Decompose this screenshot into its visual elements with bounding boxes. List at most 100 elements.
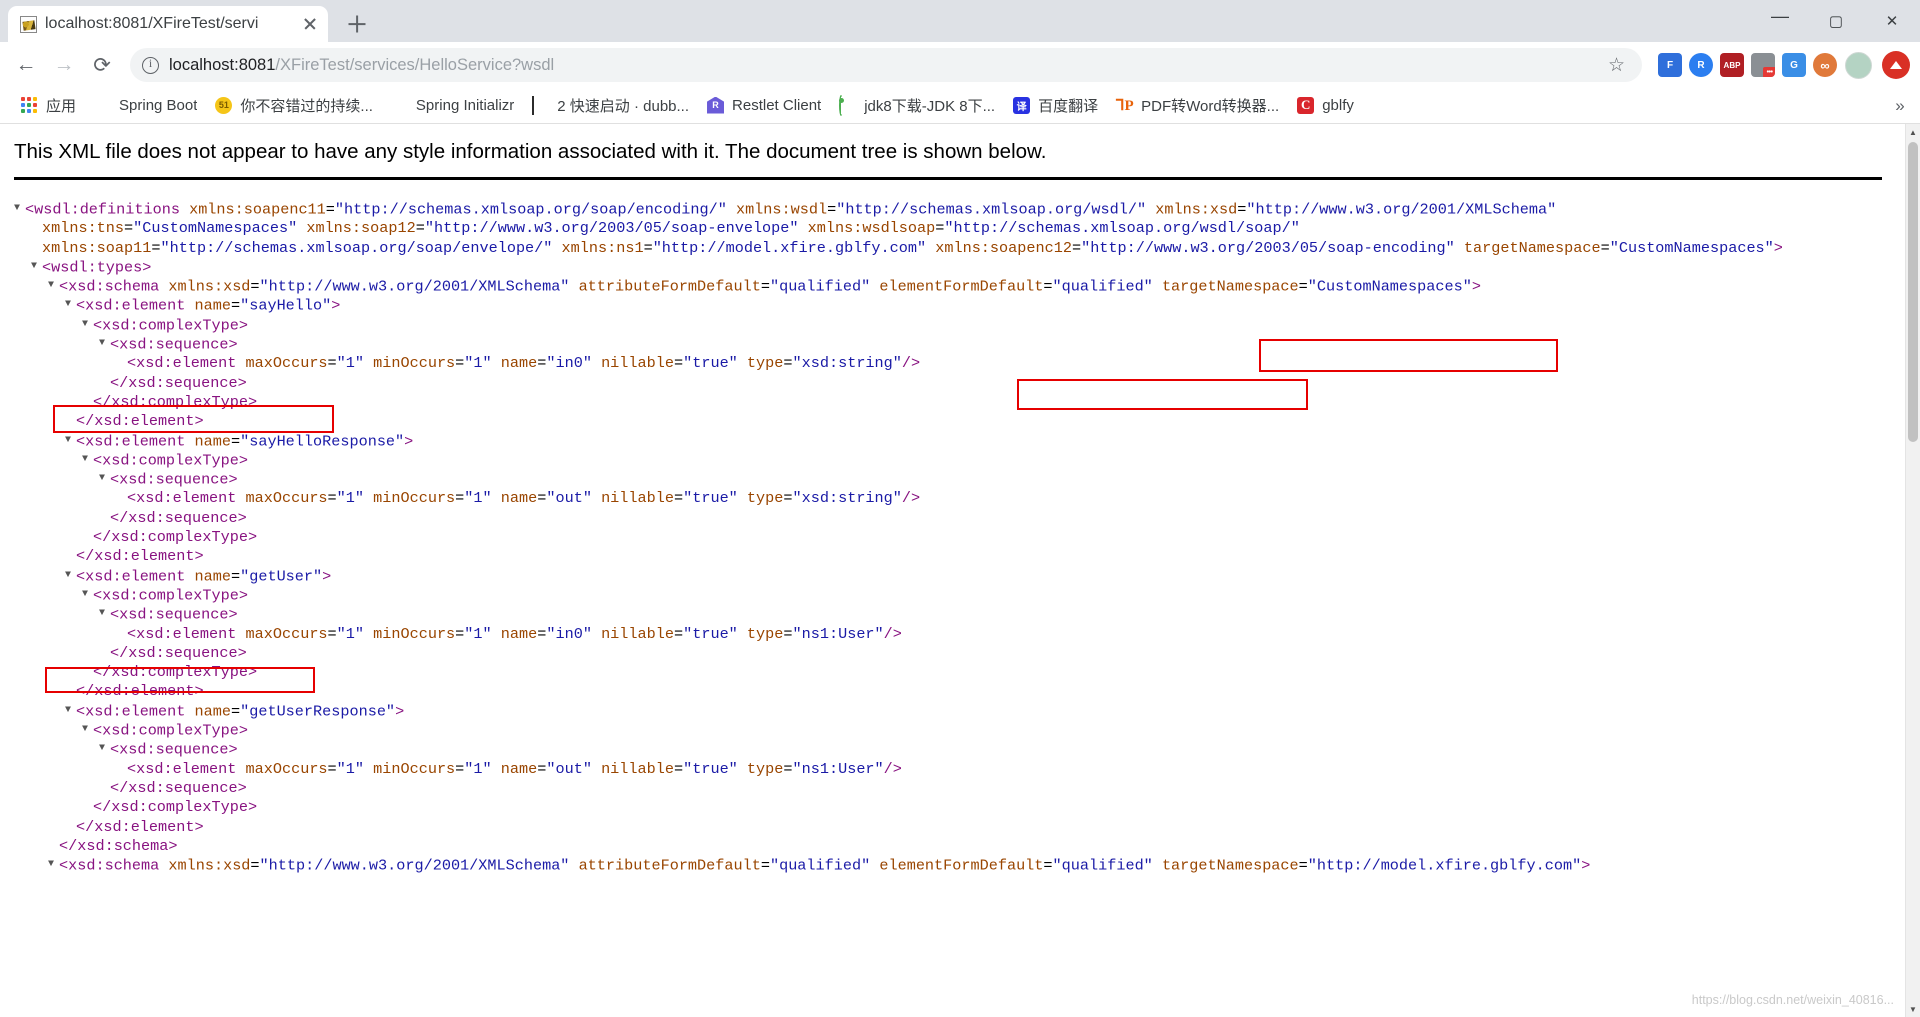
number-51-icon: 51	[215, 96, 233, 115]
spring-leaf-icon	[391, 97, 409, 115]
xml-line: ▼ <xsd:sequence>	[99, 604, 238, 624]
screenshot-extension-icon[interactable]: •••	[1751, 53, 1775, 77]
scroll-down-button[interactable]: ▼	[1906, 1001, 1920, 1017]
bookmark-gblfy[interactable]: C gblfy	[1288, 93, 1363, 119]
xml-line: </xsd:sequence>	[110, 778, 247, 797]
vertical-scrollbar[interactable]: ▲ ▼	[1905, 124, 1920, 1017]
infinity-extension-icon[interactable]: ∞	[1813, 53, 1837, 77]
url-text: localhost:8081/XFireTest/services/HelloS…	[169, 56, 1598, 75]
expand-collapse-triangle-icon[interactable]: ▼	[99, 334, 110, 353]
reload-button[interactable]: ⟳	[84, 47, 120, 83]
xml-line: xmlns:tns="CustomNamespaces" xmlns:soap1…	[42, 219, 1300, 238]
forward-button[interactable]: →	[46, 47, 82, 83]
xml-line: ▼ <xsd:element name="sayHello">	[65, 295, 341, 316]
maximize-icon: ▢	[1828, 12, 1844, 30]
bookmark-star-icon[interactable]: ☆	[1608, 56, 1628, 75]
xml-line: ▼ <xsd:schema xmlns:xsd="http://www.w3.or…	[48, 855, 1591, 875]
xml-line: <xsd:element maxOccurs="1" minOccurs="1"…	[127, 759, 902, 778]
flipboard-extension-icon[interactable]: F	[1658, 53, 1682, 77]
bookmark-baidu-fanyi[interactable]: 译 百度翻译	[1004, 91, 1107, 120]
browser-tab-strip: localhost:8081/XFireTest/servi — ▢ ✕	[0, 0, 1920, 42]
bookmark-label: 应用	[46, 98, 77, 115]
xml-line: </xsd:complexType>	[93, 798, 258, 817]
expand-collapse-triangle-icon[interactable]: ▼	[31, 257, 42, 276]
r-extension-icon[interactable]: R	[1689, 53, 1713, 77]
bookmark-jdk8-download[interactable]: jdk8下载-JDK 8下...	[830, 91, 1004, 120]
expand-collapse-triangle-icon[interactable]: ▼	[99, 604, 110, 623]
close-icon[interactable]	[298, 12, 322, 36]
page-content: This XML file does not appear to have an…	[0, 124, 1920, 1017]
window-close-icon: ✕	[1885, 12, 1899, 30]
xml-line: <xsd:element maxOccurs="1" minOccurs="1"…	[127, 489, 921, 508]
browser-toolbar: ← → ⟳ localhost:8081/XFireTest/services/…	[0, 42, 1920, 88]
expand-collapse-triangle-icon[interactable]: ▼	[82, 585, 93, 604]
xml-line: ▼ <xsd:element name="getUser">	[65, 566, 332, 586]
profile-avatar[interactable]	[1845, 51, 1872, 79]
expand-collapse-triangle-icon[interactable]: ▼	[48, 855, 59, 874]
forward-arrow-icon: →	[53, 53, 75, 76]
bookmark-label: jdk8下载-JDK 8下...	[864, 98, 996, 115]
xml-line: </xsd:complexType>	[93, 392, 258, 411]
xml-line: ▼ <xsd:complexType>	[82, 315, 248, 335]
xml-line: </xsd:complexType>	[93, 528, 258, 547]
xml-line: ▼ <xsd:complexType>	[82, 450, 248, 470]
bookmark-spring-initializr[interactable]: Spring Initializr	[382, 93, 523, 119]
adblock-plus-extension-icon[interactable]: ABP	[1720, 53, 1744, 77]
xml-viewer: This XML file does not appear to have an…	[0, 124, 1920, 875]
bookmark-label: gblfy	[1322, 97, 1354, 114]
extensions-tray: F R ABP ••• G ∞	[1658, 53, 1837, 77]
expand-collapse-triangle-icon[interactable]: ▼	[99, 739, 110, 758]
browser-tab-active[interactable]: localhost:8081/XFireTest/servi	[8, 6, 328, 42]
reload-icon: ⟳	[93, 53, 111, 77]
xml-line: ▼ <xsd:sequence>	[99, 334, 238, 354]
bookmark-spring-boot[interactable]: Spring Boot	[85, 93, 206, 119]
bookmark-restlet-client[interactable]: R Restlet Client	[698, 93, 830, 119]
address-bar[interactable]: localhost:8081/XFireTest/services/HelloS…	[130, 48, 1642, 82]
bookmark-dubbo-quickstart[interactable]: 2 快速启动 · dubb...	[523, 91, 698, 120]
expand-collapse-triangle-icon[interactable]: ▼	[82, 720, 93, 739]
bookmark-chixu[interactable]: 51 你不容错过的持续...	[206, 91, 382, 120]
expand-collapse-triangle-icon[interactable]: ▼	[65, 431, 76, 450]
xml-line: ▼ <xsd:complexType>	[82, 720, 248, 740]
bookmark-label: 2 快速启动 · dubb...	[557, 98, 690, 115]
xml-line: </xsd:element>	[76, 817, 204, 836]
xml-line: xmlns:soap11="http://schemas.xmlsoap.org…	[42, 238, 1783, 257]
bookmark-pdf-to-word[interactable]: ⅂P PDF转Word转换器...	[1107, 91, 1288, 120]
xml-line: ▼ <xsd:complexType>	[82, 585, 248, 605]
extension-badge: •••	[1763, 67, 1775, 77]
xml-line: ▼ <wsdl:types>	[31, 257, 152, 277]
minimize-button[interactable]: —	[1752, 0, 1808, 42]
xml-line: </xsd:complexType>	[93, 663, 258, 682]
book-icon	[532, 95, 550, 115]
xml-line: ▼ <xsd:schema xmlns:xsd="http://www.w3.or…	[48, 276, 1481, 296]
expand-collapse-triangle-icon[interactable]: ▼	[65, 701, 76, 720]
maximize-button[interactable]: ▢	[1808, 0, 1864, 42]
expand-collapse-triangle-icon[interactable]: ▼	[65, 566, 76, 585]
csdn-c-icon: C	[1297, 96, 1315, 115]
expand-collapse-triangle-icon[interactable]: ▼	[82, 315, 93, 334]
scroll-up-button[interactable]: ▲	[1906, 124, 1920, 140]
xml-line: ▼ <xsd:element name="getUserResponse">	[65, 701, 405, 721]
xml-line: ▼ <xsd:sequence>	[99, 739, 238, 759]
expand-collapse-triangle-icon[interactable]: ▼	[14, 199, 25, 218]
xml-line: ▼ <xsd:sequence>	[99, 469, 238, 489]
xml-line: </xsd:sequence>	[110, 643, 247, 662]
back-arrow-icon: ←	[15, 53, 37, 76]
new-tab-button[interactable]	[342, 9, 372, 39]
site-info-icon[interactable]	[142, 56, 159, 74]
bookmarks-overflow-button[interactable]: »	[1886, 92, 1914, 120]
expand-collapse-triangle-icon[interactable]: ▼	[82, 450, 93, 469]
xml-line: </xsd:schema>	[59, 836, 178, 855]
bookmarks-bar: 应用 Spring Boot 51 你不容错过的持续... Spring Ini…	[0, 88, 1920, 124]
back-button[interactable]: ←	[8, 47, 44, 83]
google-translate-extension-icon[interactable]: G	[1782, 53, 1806, 77]
expand-collapse-triangle-icon[interactable]: ▼	[99, 469, 110, 488]
expand-collapse-triangle-icon[interactable]: ▼	[65, 295, 76, 314]
window-close-button[interactable]: ✕	[1864, 0, 1920, 42]
bookmark-apps[interactable]: 应用	[12, 91, 85, 120]
scrollbar-thumb[interactable]	[1908, 142, 1918, 442]
xml-line: </xsd:element>	[76, 547, 204, 566]
expand-collapse-triangle-icon[interactable]: ▼	[48, 276, 59, 295]
chrome-menu-button[interactable]	[1882, 51, 1910, 79]
restlet-pentagon-icon: R	[707, 96, 725, 115]
